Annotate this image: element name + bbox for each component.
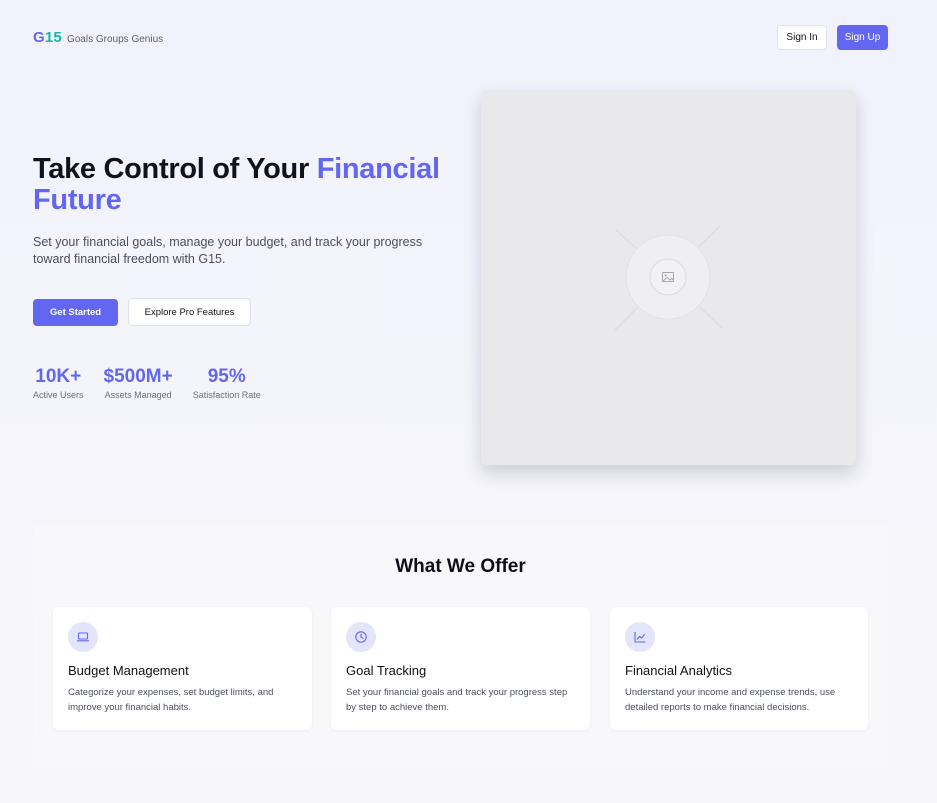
stat-label: Active Users — [33, 390, 84, 400]
stat-value: 10K+ — [35, 366, 82, 387]
feature-card-budget[interactable]: Budget Management Categorize your expens… — [53, 607, 312, 730]
stats-row: 10K+ Active Users $500M+ Assets Managed … — [33, 366, 261, 400]
feature-card-title: Goal Tracking — [346, 663, 427, 678]
chart-line-icon — [625, 622, 655, 652]
stat-satisfaction-rate: 95% Satisfaction Rate — [193, 366, 261, 400]
clock-icon — [346, 622, 376, 652]
explore-pro-features-button[interactable]: Explore Pro Features — [128, 298, 251, 326]
image-placeholder-graphic — [614, 225, 723, 331]
stat-active-users: 10K+ Active Users — [33, 366, 84, 400]
stat-value: 95% — [207, 366, 246, 387]
hero-title-main: Take Control of Your — [33, 153, 317, 185]
logo-mark-number: 15 — [44, 29, 62, 46]
stat-label: Assets Managed — [104, 390, 172, 400]
stat-label: Satisfaction Rate — [192, 390, 261, 400]
feature-card-description: Understand your income and expense trend… — [625, 687, 836, 713]
hero-title: Take Control of Your Financial Future — [33, 154, 453, 216]
offer-section: What We Offer Budget Management Categori… — [33, 525, 888, 770]
feature-card-goals[interactable]: Goal Tracking Set your financial goals a… — [331, 607, 590, 730]
laptop-icon — [68, 622, 98, 652]
feature-card-title: Financial Analytics — [625, 663, 732, 678]
hero-subtitle: Set your financial goals, manage your bu… — [33, 235, 423, 266]
sign-up-button[interactable]: Sign Up — [837, 25, 888, 50]
feature-card-description: Categorize your expenses, set budget lim… — [68, 687, 274, 713]
logo-tagline: Goals Groups Genius — [66, 34, 164, 45]
logo-mark-g: G — [33, 29, 45, 46]
get-started-button[interactable]: Get Started — [33, 299, 118, 326]
feature-card-analytics[interactable]: Financial Analytics Understand your inco… — [610, 607, 868, 730]
hero-image-placeholder — [481, 90, 856, 465]
stat-value: $500M+ — [103, 366, 173, 387]
stat-assets-managed: $500M+ Assets Managed — [104, 366, 173, 400]
feature-card-description: Set your financial goals and track your … — [346, 687, 568, 713]
sign-in-button[interactable]: Sign In — [777, 25, 827, 50]
logo-mark: G15 — [33, 29, 62, 46]
logo[interactable]: G15 Goals Groups Genius — [33, 29, 163, 46]
offer-title: What We Offer — [395, 556, 526, 577]
feature-card-title: Budget Management — [68, 663, 189, 678]
